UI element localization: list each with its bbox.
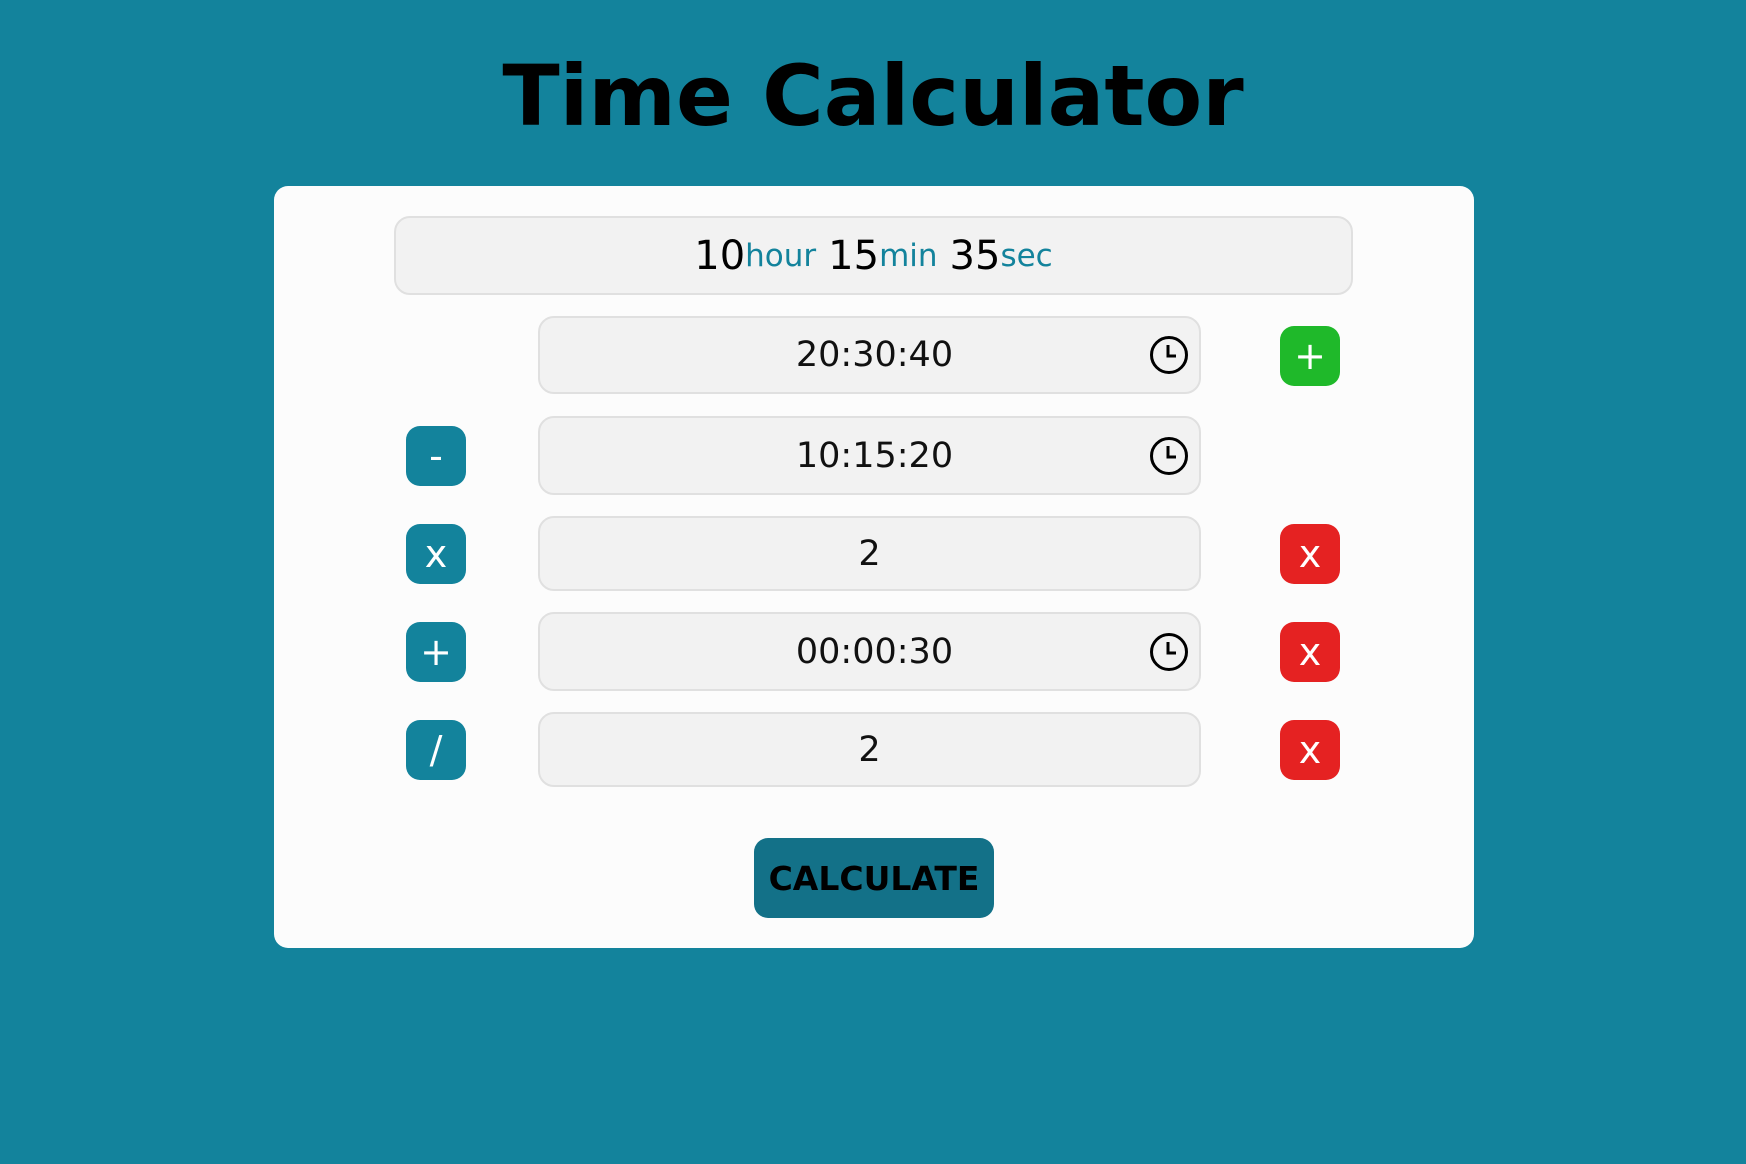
- multiply-icon: x: [424, 532, 448, 576]
- close-icon: x: [1298, 532, 1322, 576]
- close-icon: x: [1298, 728, 1322, 772]
- clock-icon[interactable]: [1149, 436, 1189, 476]
- page-title: Time Calculator: [502, 47, 1244, 145]
- minus-icon: -: [429, 434, 443, 478]
- calculator-card: 10 hour 15 min 35 sec 20:30:40 + - 10:15…: [274, 186, 1474, 948]
- input-row: + 00:00:30 x: [274, 612, 1474, 691]
- clock-icon[interactable]: [1149, 335, 1189, 375]
- remove-row-button[interactable]: x: [1280, 622, 1340, 682]
- result-display: 10 hour 15 min 35 sec: [394, 216, 1353, 295]
- operator-button-subtract[interactable]: -: [406, 426, 466, 486]
- input-row: - 10:15:20: [274, 416, 1474, 495]
- remove-row-button[interactable]: x: [1280, 524, 1340, 584]
- operator-button-multiply[interactable]: x: [406, 524, 466, 584]
- input-row: / 2 x: [274, 712, 1474, 787]
- number-input[interactable]: 2: [538, 712, 1201, 787]
- result-minutes-unit: min: [879, 237, 938, 274]
- operator-button-divide[interactable]: /: [406, 720, 466, 780]
- calculate-button[interactable]: CALCULATE: [754, 838, 994, 918]
- time-input-value: 20:30:40: [795, 335, 954, 375]
- close-icon: x: [1298, 630, 1322, 674]
- result-hours-unit: hour: [745, 237, 817, 274]
- input-row: 20:30:40 +: [274, 316, 1474, 394]
- result-seconds-unit: sec: [1000, 237, 1053, 274]
- number-input[interactable]: 2: [538, 516, 1201, 591]
- input-row: x 2 x: [274, 516, 1474, 591]
- time-input[interactable]: 10:15:20: [538, 416, 1201, 495]
- plus-icon: +: [1294, 334, 1326, 378]
- number-input-value: 2: [858, 729, 881, 770]
- remove-row-button[interactable]: x: [1280, 720, 1340, 780]
- time-input-value: 10:15:20: [795, 435, 954, 476]
- add-row-button[interactable]: +: [1280, 326, 1340, 386]
- plus-icon: +: [420, 630, 452, 674]
- time-input-value: 00:00:30: [795, 631, 954, 672]
- number-input-value: 2: [858, 533, 881, 574]
- clock-icon[interactable]: [1149, 632, 1189, 672]
- divide-icon: /: [429, 728, 443, 772]
- time-input[interactable]: 00:00:30: [538, 612, 1201, 691]
- result-hours: 10: [694, 232, 746, 279]
- operator-button-add[interactable]: +: [406, 622, 466, 682]
- time-input[interactable]: 20:30:40: [538, 316, 1201, 394]
- result-seconds: 35: [949, 232, 1001, 279]
- result-minutes: 15: [828, 232, 880, 279]
